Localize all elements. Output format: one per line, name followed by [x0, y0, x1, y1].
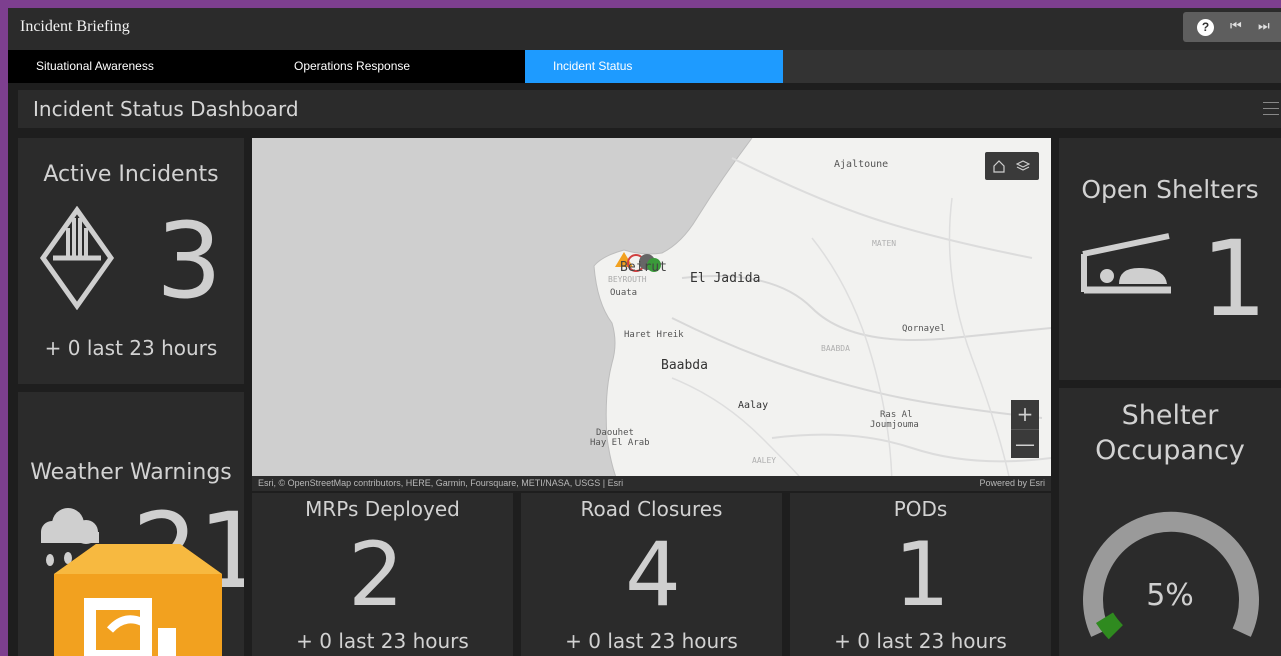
tab-incident-status[interactable]: Incident Status	[525, 50, 783, 83]
card-title-line2: Occupancy	[1095, 435, 1245, 466]
open-shelters-value: 1	[1201, 218, 1268, 340]
menu-icon[interactable]	[1263, 102, 1279, 120]
tab-operations-response[interactable]: Operations Response	[266, 50, 525, 83]
card-title: Active Incidents	[43, 162, 219, 187]
active-incidents-card: Active Incidents 3 + 0 last 23 hours	[18, 138, 244, 384]
map-canvas	[252, 138, 1051, 491]
map-label: Beirut	[620, 260, 667, 275]
presentation-controls: ? ⏮ ⏭	[1183, 12, 1281, 42]
open-shelters-card: Open Shelters 1	[1059, 138, 1281, 380]
map-attribution: Esri, © OpenStreetMap contributors, HERE…	[252, 476, 1051, 491]
map-label: Ras Al	[880, 410, 913, 420]
map-toolbar	[985, 152, 1039, 180]
card-title: Road Closures	[580, 497, 723, 521]
title-bar: Incident Briefing ? ⏮ ⏭	[8, 8, 1281, 50]
zoom-out-button[interactable]: —	[1011, 429, 1039, 458]
map-label: Qornayel	[902, 324, 946, 334]
map-label: Ajaltoune	[834, 159, 889, 170]
mrps-deployed-card: MRPs Deployed 2 + 0 last 23 hours	[252, 493, 513, 656]
map-label: Baabda	[661, 358, 708, 373]
road-closures-value: 4	[625, 523, 681, 626]
card-title: PODs	[893, 497, 948, 521]
map-view[interactable]: Ajaltoune Beirut BEYROUTH Ouata El Jadid…	[252, 138, 1051, 491]
road-closures-sub: + 0 last 23 hours	[565, 629, 738, 653]
map-label: El Jadida	[690, 271, 761, 286]
pods-sub: + 0 last 23 hours	[834, 629, 1007, 653]
incident-diamond-icon	[39, 206, 115, 310]
road-closures-card: Road Closures 4 + 0 last 23 hours	[521, 493, 782, 656]
app-title: Incident Briefing	[20, 18, 130, 35]
card-title: MRPs Deployed	[305, 497, 460, 521]
app-logo-icon	[54, 544, 222, 656]
dashboard-title: Incident Status Dashboard	[33, 97, 299, 121]
card-title: Shelter	[1121, 400, 1219, 431]
shelter-bed-icon	[1081, 233, 1171, 294]
next-slide-icon[interactable]: ⏭	[1258, 18, 1270, 34]
pods-value: 1	[894, 523, 950, 626]
map-label: Daouhet	[596, 428, 634, 438]
dashboard-header: Incident Status Dashboard	[18, 90, 1281, 128]
tab-situational-awareness[interactable]: Situational Awareness	[8, 50, 266, 83]
zoom-control: + —	[1011, 400, 1039, 458]
card-title: Weather Warnings	[30, 460, 232, 485]
shelter-occupancy-card: Shelter Occupancy 5%	[1059, 388, 1281, 656]
map-label: AALEY	[752, 456, 777, 465]
occupancy-gauge	[1083, 511, 1259, 640]
app-window: Incident Briefing ? ⏮ ⏭ Situational Awar…	[8, 8, 1281, 656]
map-label: BAABDA	[821, 344, 850, 353]
mrps-value: 2	[348, 523, 404, 626]
map-label: Ouata	[610, 288, 638, 298]
map-label: Haret Hreik	[624, 330, 684, 340]
home-icon[interactable]	[992, 159, 1006, 173]
map-label: MATEN	[872, 239, 897, 248]
zoom-in-button[interactable]: +	[1011, 400, 1039, 429]
layers-icon[interactable]	[1016, 159, 1030, 173]
mrps-sub: + 0 last 23 hours	[296, 629, 469, 653]
attribution-text: Esri, © OpenStreetMap contributors, HERE…	[258, 478, 624, 488]
pods-card: PODs 1 + 0 last 23 hours	[790, 493, 1051, 656]
active-incidents-sub: + 0 last 23 hours	[44, 336, 218, 360]
powered-by-link[interactable]: Powered by Esri	[979, 476, 1045, 491]
map-label: Joumjouma	[870, 420, 919, 430]
help-icon[interactable]: ?	[1197, 19, 1214, 36]
tab-bar: Situational Awareness Operations Respons…	[8, 50, 1281, 83]
previous-slide-icon[interactable]: ⏮	[1230, 18, 1242, 34]
map-label: Hay El Arab	[590, 438, 650, 448]
occupancy-value: 5%	[1146, 578, 1194, 613]
map-label: Aalay	[738, 400, 769, 411]
map-label: BEYROUTH	[608, 275, 647, 284]
weather-warnings-card: Weather Warnings 21	[18, 392, 244, 656]
active-incidents-value: 3	[156, 200, 223, 322]
card-title: Open Shelters	[1081, 175, 1259, 204]
